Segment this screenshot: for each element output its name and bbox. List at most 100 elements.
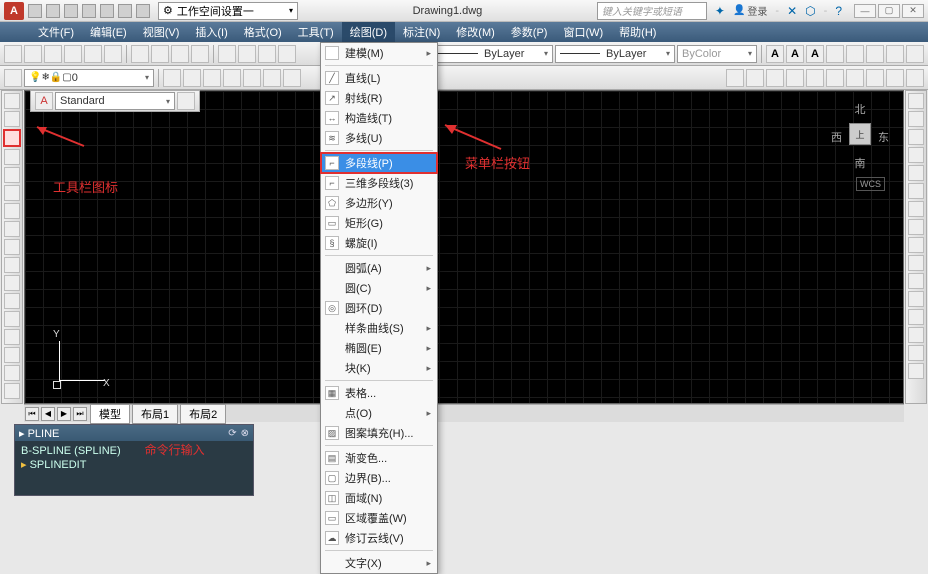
- break-icon[interactable]: [908, 291, 924, 307]
- dropdown-item[interactable]: ⬠多边形(Y): [321, 193, 437, 213]
- dropdown-item[interactable]: ╱直线(L): [321, 68, 437, 88]
- scale-icon[interactable]: [908, 219, 924, 235]
- menu-parametric[interactable]: 参数(P): [503, 22, 556, 42]
- maximize-button[interactable]: ▢: [878, 4, 900, 18]
- plotcolor-combo[interactable]: ByColor: [677, 45, 757, 63]
- hatch-icon[interactable]: [4, 347, 20, 363]
- close-button[interactable]: ✕: [902, 4, 924, 18]
- workspace-combo[interactable]: ⚙工作空间设置一▾: [158, 2, 298, 20]
- tb1-icon[interactable]: [44, 45, 62, 63]
- line-icon[interactable]: [4, 93, 20, 109]
- viewcube-west[interactable]: 西: [831, 129, 842, 145]
- tb2-icon[interactable]: [283, 69, 301, 87]
- circle-icon[interactable]: [4, 203, 20, 219]
- textstyle-icon[interactable]: A: [35, 92, 53, 110]
- tab-next-button[interactable]: ▶: [57, 407, 71, 421]
- stay-connected-icon[interactable]: ⬡: [805, 4, 815, 18]
- infocenter-icon[interactable]: ✦: [715, 4, 725, 18]
- layer-props-icon[interactable]: [4, 69, 22, 87]
- wcs-badge[interactable]: WCS: [856, 177, 885, 191]
- tab-layout1[interactable]: 布局1: [132, 404, 178, 424]
- tb2-icon[interactable]: [886, 69, 904, 87]
- erase-icon[interactable]: [908, 93, 924, 109]
- qat-undo-icon[interactable]: [118, 4, 132, 18]
- tb1-icon[interactable]: [64, 45, 82, 63]
- fillet-icon[interactable]: [908, 345, 924, 361]
- ellipsearc-icon[interactable]: [4, 275, 20, 291]
- menu-view[interactable]: 视图(V): [135, 22, 188, 42]
- dropdown-item[interactable]: ◫面域(N): [321, 488, 437, 508]
- command-title-bar[interactable]: ▸ PLINE ⟳⊗: [15, 425, 253, 441]
- region-icon[interactable]: [4, 383, 20, 399]
- qat-save-icon[interactable]: [64, 4, 78, 18]
- tb2-icon[interactable]: [183, 69, 201, 87]
- tb2-icon[interactable]: [846, 69, 864, 87]
- dropdown-item[interactable]: ↗射线(R): [321, 88, 437, 108]
- cmd-close-icon[interactable]: ⊗: [241, 428, 249, 439]
- tab-first-button[interactable]: ⏮: [25, 407, 39, 421]
- text-a-icon[interactable]: A: [806, 45, 824, 63]
- array-icon[interactable]: [908, 165, 924, 181]
- tb2-icon[interactable]: [866, 69, 884, 87]
- tb1-icon[interactable]: [4, 45, 22, 63]
- menu-modify[interactable]: 修改(M): [448, 22, 503, 42]
- tb1-icon[interactable]: [238, 45, 256, 63]
- stretch-icon[interactable]: [908, 237, 924, 253]
- tb2-icon[interactable]: [826, 69, 844, 87]
- tb1-icon[interactable]: [151, 45, 169, 63]
- qat-saveas-icon[interactable]: [82, 4, 96, 18]
- dropdown-item[interactable]: ≋多线(U): [321, 128, 437, 148]
- viewcube-top[interactable]: 上: [849, 123, 871, 145]
- dropdown-item[interactable]: 块(K): [321, 358, 437, 378]
- dropdown-item[interactable]: ▤渐变色...: [321, 448, 437, 468]
- tb2-icon[interactable]: [243, 69, 261, 87]
- dropdown-item[interactable]: ↔构造线(T): [321, 108, 437, 128]
- text-a-icon[interactable]: A: [786, 45, 804, 63]
- tb1-icon[interactable]: [104, 45, 122, 63]
- tab-layout2[interactable]: 布局2: [180, 404, 226, 424]
- tab-prev-button[interactable]: ◀: [41, 407, 55, 421]
- tb2-icon[interactable]: [163, 69, 181, 87]
- dropdown-item[interactable]: 建模(M): [321, 43, 437, 63]
- polygon-icon[interactable]: [4, 149, 20, 165]
- xline-icon[interactable]: [4, 111, 20, 127]
- layer-combo[interactable]: 💡❄🔒▢ 0: [24, 69, 154, 87]
- dropdown-item[interactable]: 样条曲线(S): [321, 318, 437, 338]
- tb1-icon[interactable]: [258, 45, 276, 63]
- textstyle-combo[interactable]: Standard: [55, 92, 175, 110]
- tab-last-button[interactable]: ⏭: [73, 407, 87, 421]
- arc-icon[interactable]: [4, 185, 20, 201]
- dropdown-item[interactable]: ▭区域覆盖(W): [321, 508, 437, 528]
- join-icon[interactable]: [908, 309, 924, 325]
- dropdown-item[interactable]: 圆(C): [321, 278, 437, 298]
- menu-window[interactable]: 窗口(W): [555, 22, 611, 42]
- lineweight-combo[interactable]: ByLayer: [555, 45, 675, 63]
- tb1-icon[interactable]: [171, 45, 189, 63]
- dropdown-item[interactable]: 圆弧(A): [321, 258, 437, 278]
- tb1-icon[interactable]: [886, 45, 904, 63]
- viewcube-south[interactable]: 南: [831, 155, 889, 171]
- tab-model[interactable]: 模型: [90, 404, 130, 424]
- tb1-icon[interactable]: [906, 45, 924, 63]
- exchange-icon[interactable]: ✕: [787, 4, 797, 18]
- tb1-icon[interactable]: [846, 45, 864, 63]
- point-icon[interactable]: [4, 329, 20, 345]
- tb2-icon[interactable]: [906, 69, 924, 87]
- tb2-icon[interactable]: [223, 69, 241, 87]
- command-window[interactable]: ▸ PLINE ⟳⊗ B-SPLINE (SPLINE)命令行输入 ▸ SPLI…: [14, 424, 254, 496]
- tb2-icon[interactable]: [203, 69, 221, 87]
- ellipse-icon[interactable]: [4, 257, 20, 273]
- dropdown-item[interactable]: 文字(X): [321, 553, 437, 573]
- dropdown-item[interactable]: ▭矩形(G): [321, 213, 437, 233]
- revcloud-icon[interactable]: [4, 221, 20, 237]
- tb1-icon[interactable]: [866, 45, 884, 63]
- makeblock-icon[interactable]: [4, 311, 20, 327]
- tb2-icon[interactable]: [746, 69, 764, 87]
- menu-help[interactable]: 帮助(H): [611, 22, 664, 42]
- dropdown-item[interactable]: ⌐多段线(P): [321, 153, 437, 173]
- tb2-icon[interactable]: [726, 69, 744, 87]
- tb1-icon[interactable]: [218, 45, 236, 63]
- app-menu-button[interactable]: A: [4, 2, 24, 20]
- tb1-icon[interactable]: [24, 45, 42, 63]
- tb1-icon[interactable]: [191, 45, 209, 63]
